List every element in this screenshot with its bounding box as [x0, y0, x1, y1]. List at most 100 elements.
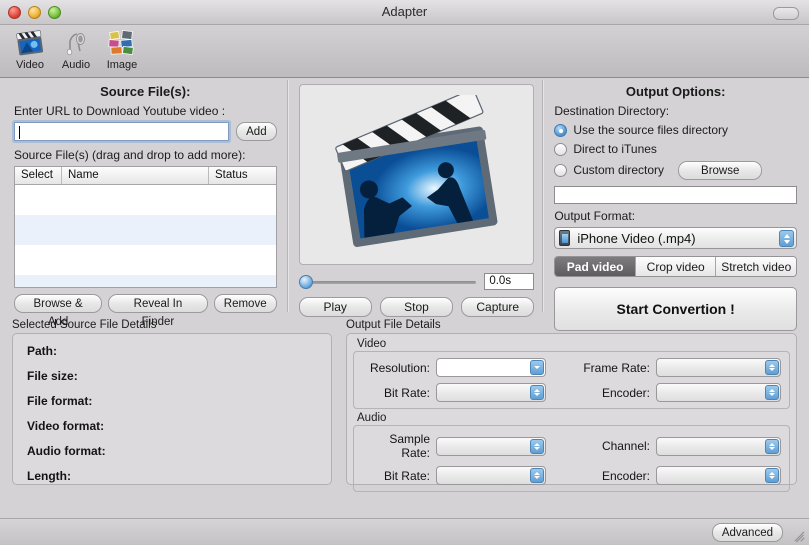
audio-bit-rate-stepper[interactable] — [436, 466, 546, 485]
preview-panel: 0.0s Play Stop Capture — [289, 78, 543, 319]
detail-label-video-format: Video format: — [27, 419, 105, 433]
radio-icon[interactable] — [554, 143, 568, 156]
toolbar-label-audio: Audio — [61, 59, 91, 71]
toolbar-label-video: Video — [16, 59, 44, 71]
chevron-up-glyph — [769, 364, 775, 367]
segment-stretch-video[interactable]: Stretch video — [716, 257, 797, 276]
source-details-box: Path: File size: File format: Video form… — [12, 333, 332, 485]
main-toolbar: Video Audio Image — [0, 25, 809, 78]
chevron-updown-icon[interactable] — [765, 385, 779, 400]
advanced-button[interactable]: Advanced — [711, 523, 783, 542]
status-bar: Advanced — [0, 518, 809, 545]
play-button[interactable]: Play — [298, 297, 372, 317]
video-encoder-stepper[interactable] — [656, 383, 781, 402]
capture-button[interactable]: Capture — [461, 297, 535, 317]
chevron-down-glyph — [769, 393, 775, 396]
frame-rate-stepper[interactable] — [656, 358, 781, 377]
chevron-updown-icon[interactable] — [765, 468, 779, 483]
chevron-updown-icon[interactable] — [530, 438, 544, 454]
custom-directory-input[interactable] — [554, 186, 798, 204]
toolbar-toggle-button[interactable] — [773, 7, 799, 20]
table-row[interactable] — [15, 275, 276, 287]
source-panel-heading: Source File(s): — [100, 84, 191, 99]
youtube-url-input-field[interactable] — [15, 123, 229, 141]
label-sample-rate: Sample Rate: — [389, 432, 430, 460]
resize-grip-icon[interactable] — [793, 529, 806, 543]
sample-rate-stepper[interactable] — [436, 436, 546, 456]
column-header-status[interactable]: Status — [209, 167, 276, 184]
radio-option-custom-directory[interactable]: Custom directory Browse — [554, 161, 797, 180]
stop-button[interactable]: Stop — [379, 297, 454, 317]
source-files-panel: Source File(s): Enter URL to Download Yo… — [0, 78, 287, 328]
column-header-name[interactable]: Name — [62, 167, 209, 184]
preview-time-slider[interactable] — [298, 274, 477, 289]
video-bit-rate-stepper[interactable] — [436, 383, 546, 402]
chevron-updown-icon[interactable] — [779, 230, 795, 247]
chevron-updown-icon[interactable] — [530, 385, 544, 400]
radio-option-itunes[interactable]: Direct to iTunes — [554, 142, 797, 157]
audio-row-1: Sample Rate: Channel: — [358, 432, 781, 460]
window-title: Adapter — [381, 4, 428, 19]
audio-settings-box: Sample Rate: Channel: Bit Rate: Encoder: — [353, 425, 790, 492]
video-preview-area[interactable] — [298, 84, 535, 265]
segment-crop-video[interactable]: Crop video — [635, 257, 717, 276]
chevron-up-glyph — [769, 472, 775, 475]
slider-track — [298, 280, 477, 284]
output-format-dropdown[interactable]: iPhone Video (.mp4) — [554, 227, 798, 249]
video-row-2: Bit Rate: Encoder: — [358, 383, 781, 402]
table-row[interactable] — [15, 230, 276, 245]
table-row[interactable] — [15, 200, 276, 215]
table-row[interactable] — [15, 215, 276, 230]
youtube-url-input[interactable] — [14, 122, 230, 141]
table-row[interactable] — [15, 185, 276, 200]
source-files-table[interactable]: Select Name Status — [14, 166, 277, 288]
toolbar-item-video[interactable]: Video — [8, 25, 52, 71]
output-file-details-group: Output File Details Video Resolution: Fr… — [346, 319, 797, 492]
label-video-bit-rate: Bit Rate: — [383, 385, 430, 400]
resolution-combobox[interactable] — [436, 358, 546, 377]
audio-encoder-stepper[interactable] — [656, 466, 781, 485]
table-row[interactable] — [15, 260, 276, 275]
column-header-select[interactable]: Select — [15, 167, 62, 184]
earbuds-icon — [54, 28, 98, 58]
channel-stepper[interactable] — [656, 436, 781, 456]
video-settings-box: Resolution: Frame Rate: Bit Rate: Encode… — [353, 351, 790, 409]
add-url-button[interactable]: Add — [236, 122, 277, 141]
time-value-field[interactable]: 0.0s — [484, 273, 535, 290]
chevron-up-icon — [783, 233, 790, 238]
radio-icon[interactable] — [554, 164, 568, 177]
browse-and-add-button[interactable]: Browse & Add — [14, 294, 103, 328]
chevron-down-glyph — [769, 446, 775, 450]
output-format-label: Output Format: — [554, 209, 636, 223]
reveal-in-finder-button[interactable]: Reveal In Finder — [108, 294, 208, 328]
chevron-up-glyph — [534, 472, 540, 475]
detail-label-length: Length: — [27, 469, 71, 483]
chevron-down-glyph — [534, 366, 540, 369]
slider-knob[interactable] — [298, 274, 313, 289]
chevron-down-glyph — [769, 368, 775, 371]
radio-icon-selected[interactable] — [554, 124, 568, 137]
table-row[interactable] — [15, 245, 276, 260]
radio-label-itunes: Direct to iTunes — [573, 142, 657, 156]
chevron-updown-icon[interactable] — [765, 360, 779, 375]
chevron-updown-icon[interactable] — [765, 438, 779, 454]
toolbar-item-audio[interactable]: Audio — [54, 25, 98, 71]
label-audio-encoder: Encoder: — [601, 468, 650, 483]
preview-slider-row: 0.0s — [298, 273, 535, 290]
main-content: Source File(s): Enter URL to Download Yo… — [0, 78, 809, 521]
label-video-encoder: Encoder: — [601, 385, 650, 400]
url-label: Enter URL to Download Youtube video : — [14, 104, 226, 118]
browse-directory-button[interactable]: Browse — [678, 161, 763, 180]
remove-button[interactable]: Remove — [213, 294, 277, 313]
segment-pad-video[interactable]: Pad video — [555, 257, 636, 276]
detail-label-path: Path: — [27, 344, 57, 358]
chevron-down-icon[interactable] — [530, 360, 544, 375]
label-frame-rate: Frame Rate: — [583, 360, 650, 375]
source-list-label: Source File(s) (drag and drop to add mor… — [14, 148, 246, 162]
chevron-updown-icon[interactable] — [530, 468, 544, 483]
label-channel: Channel: — [601, 439, 650, 453]
audio-row-2: Bit Rate: Encoder: — [358, 466, 781, 485]
radio-option-source-directory[interactable]: Use the source files directory — [554, 123, 797, 138]
chevron-down-glyph — [769, 476, 775, 479]
toolbar-item-image[interactable]: Image — [100, 25, 144, 71]
